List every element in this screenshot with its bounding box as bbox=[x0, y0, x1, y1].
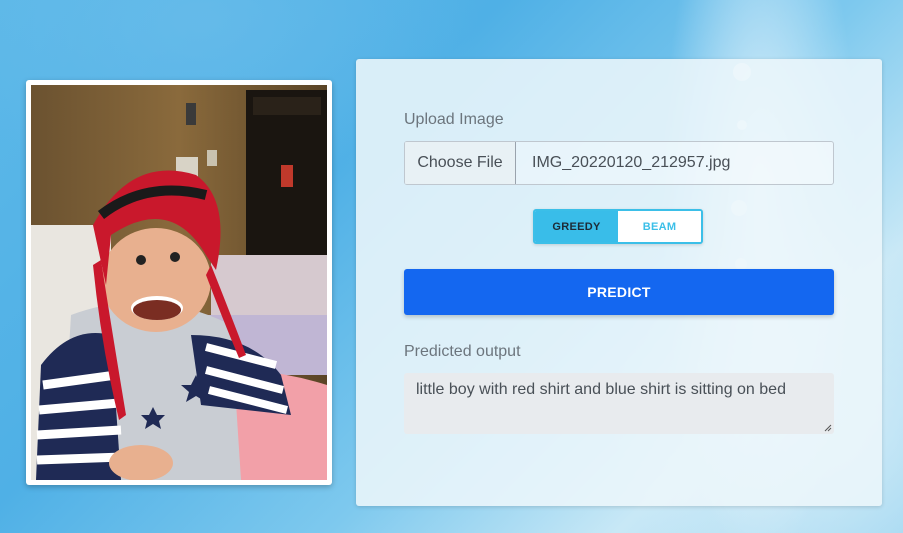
predicted-output-label: Predicted output bbox=[404, 343, 521, 360]
resize-handle-icon[interactable] bbox=[824, 424, 832, 432]
baby-photo-illustration bbox=[31, 85, 327, 480]
uploaded-image-preview bbox=[26, 80, 332, 485]
choose-file-button[interactable]: Choose File bbox=[405, 142, 516, 184]
predicted-output-text: little boy with red shirt and blue shirt… bbox=[416, 381, 786, 398]
file-upload-input[interactable]: Choose File IMG_20220120_212957.jpg bbox=[404, 141, 834, 185]
selected-file-name: IMG_20220120_212957.jpg bbox=[532, 154, 731, 171]
beam-toggle-button[interactable]: BEAM bbox=[618, 211, 701, 242]
photo-baby bbox=[31, 85, 327, 480]
decoding-mode-toggle: GREEDY BEAM bbox=[533, 209, 703, 244]
upload-image-label: Upload Image bbox=[404, 111, 504, 128]
greedy-toggle-button[interactable]: GREEDY bbox=[535, 211, 618, 242]
predicted-output-textarea[interactable]: little boy with red shirt and blue shirt… bbox=[404, 373, 834, 434]
predict-button[interactable]: PREDICT bbox=[404, 269, 834, 315]
prediction-card: Upload Image Choose File IMG_20220120_21… bbox=[356, 59, 882, 506]
